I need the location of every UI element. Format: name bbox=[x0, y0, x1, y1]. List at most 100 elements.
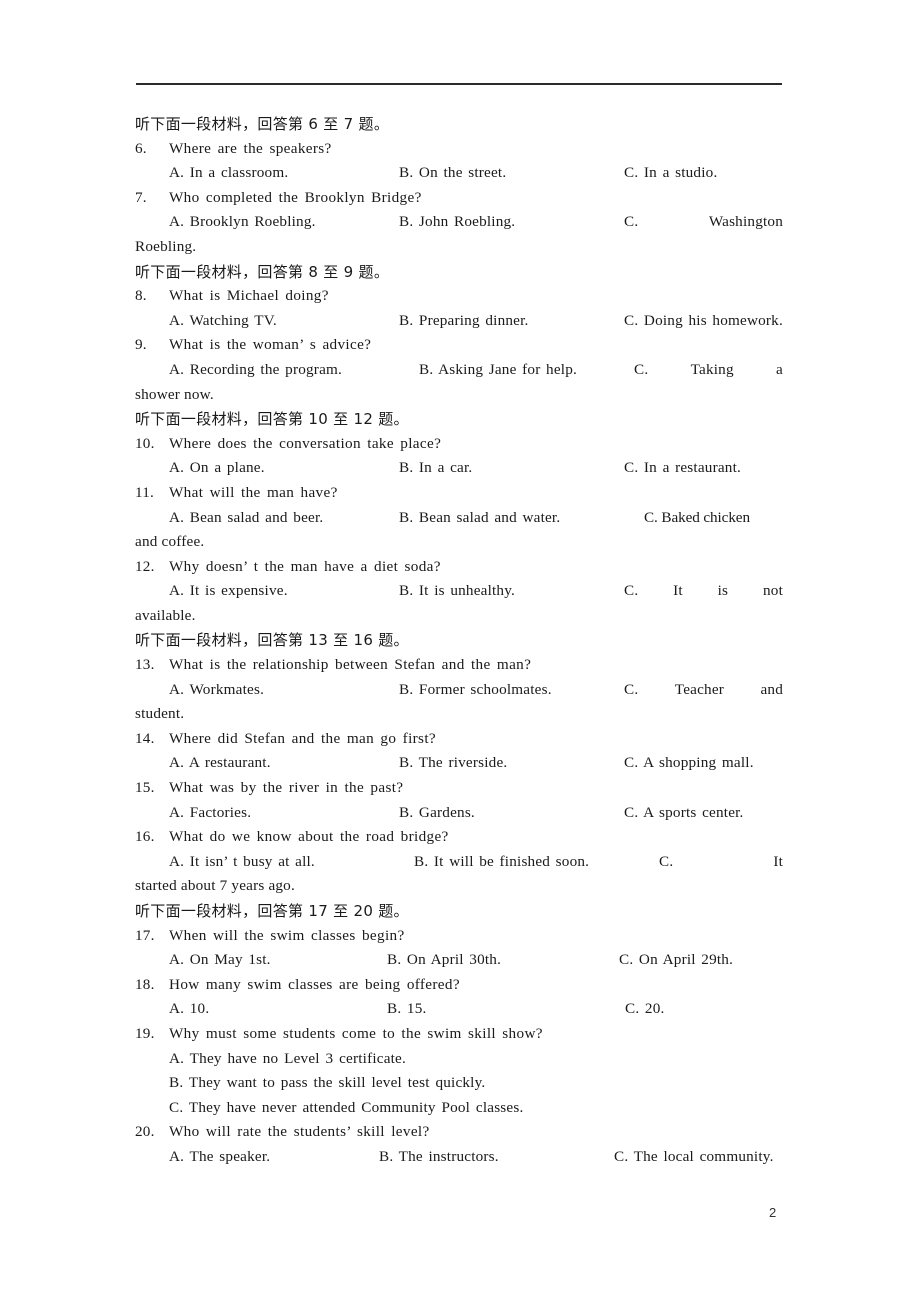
option-b[interactable]: B. Gardens. bbox=[399, 801, 624, 826]
option-row: A. Bean salad and beer. B. Bean salad an… bbox=[135, 506, 783, 531]
option-a[interactable]: A. It isn’ t busy at all. bbox=[169, 850, 414, 875]
option-c[interactable]: C. It bbox=[659, 850, 783, 875]
option-c[interactable]: C. Doing his homework. bbox=[624, 309, 783, 334]
option-c-text-3: not bbox=[762, 582, 783, 600]
option-a[interactable]: A. They have no Level 3 certificate. bbox=[135, 1047, 783, 1072]
question-text: Who will rate the students’ skill level? bbox=[169, 1123, 430, 1141]
option-a[interactable]: A. The speaker. bbox=[169, 1145, 379, 1170]
section-heading: 听下面一段材料，回答第 17 至 20 题。 bbox=[135, 902, 409, 920]
option-row: A. On a plane. B. In a car. C. In a rest… bbox=[135, 456, 783, 481]
option-row: A. 10. B. 15. C. 20. bbox=[135, 997, 783, 1022]
option-a[interactable]: A. In a classroom. bbox=[169, 161, 399, 186]
question-text: How many swim classes are being offered? bbox=[169, 975, 460, 993]
option-c[interactable]: C. A sports center. bbox=[624, 801, 744, 826]
option-c-text: Taking bbox=[690, 360, 734, 378]
option-row: A. Workmates. B. Former schoolmates. C. … bbox=[135, 678, 783, 703]
option-c-label: C. bbox=[624, 680, 639, 698]
option-c[interactable]: C. Baked chicken bbox=[644, 506, 750, 531]
option-row: A. In a classroom. B. On the street. C. … bbox=[135, 161, 783, 186]
option-b[interactable]: B. Asking Jane for help. bbox=[419, 358, 634, 383]
option-b[interactable]: B. They want to pass the skill level tes… bbox=[135, 1071, 783, 1096]
question-stem: 12. Why doesn’ t the man have a diet sod… bbox=[135, 555, 783, 580]
option-b[interactable]: B. The instructors. bbox=[379, 1145, 614, 1170]
question-stem: 6. Where are the speakers? bbox=[135, 137, 783, 162]
option-c-text: Teacher bbox=[674, 680, 725, 698]
page-number: 2 bbox=[769, 1205, 777, 1220]
option-a[interactable]: A. Workmates. bbox=[169, 678, 399, 703]
question-stem: 14. Where did Stefan and the man go firs… bbox=[135, 727, 783, 752]
option-a[interactable]: A. Bean salad and beer. bbox=[169, 506, 399, 531]
option-c[interactable]: C. In a restaurant. bbox=[624, 456, 741, 481]
question-text: Where are the speakers? bbox=[169, 139, 332, 157]
option-c[interactable]: C. On April 29th. bbox=[619, 948, 733, 973]
option-a[interactable]: A. On a plane. bbox=[169, 456, 399, 481]
option-b[interactable]: B. 15. bbox=[387, 997, 625, 1022]
question-number: 13. bbox=[135, 656, 155, 674]
option-row: A. A restaurant. B. The riverside. C. A … bbox=[135, 751, 783, 776]
option-c[interactable]: C. Washington bbox=[624, 210, 783, 235]
option-continuation: available. bbox=[135, 606, 196, 624]
option-c-text-2: a bbox=[776, 360, 783, 378]
option-a[interactable]: A. It is expensive. bbox=[169, 579, 399, 604]
option-a[interactable]: A. 10. bbox=[169, 997, 387, 1022]
option-a[interactable]: A. Watching TV. bbox=[169, 309, 399, 334]
question-number: 18. bbox=[135, 975, 155, 993]
option-a[interactable]: A. A restaurant. bbox=[169, 751, 399, 776]
question-number: 19. bbox=[135, 1024, 155, 1042]
option-a[interactable]: A. Brooklyn Roebling. bbox=[169, 210, 399, 235]
option-c[interactable]: C. The local community. bbox=[614, 1145, 774, 1170]
question-number: 16. bbox=[135, 828, 155, 846]
option-a[interactable]: A. Factories. bbox=[169, 801, 399, 826]
question-text: What will the man have? bbox=[169, 483, 338, 501]
option-b[interactable]: B. Preparing dinner. bbox=[399, 309, 624, 334]
option-row: A. Brooklyn Roebling. B. John Roebling. … bbox=[135, 210, 783, 235]
option-c[interactable]: C. 20. bbox=[625, 997, 665, 1022]
option-b[interactable]: B. Former schoolmates. bbox=[399, 678, 624, 703]
option-b[interactable]: B. In a car. bbox=[399, 456, 624, 481]
section-heading: 听下面一段材料，回答第 13 至 16 题。 bbox=[135, 631, 409, 650]
option-continuation: and coffee. bbox=[135, 533, 205, 551]
question-text: Where did Stefan and the man go first? bbox=[169, 729, 436, 747]
option-c[interactable]: C. In a studio. bbox=[624, 161, 717, 186]
option-b[interactable]: B. On April 30th. bbox=[387, 948, 619, 973]
question-number: 7. bbox=[135, 188, 147, 206]
option-continuation: shower now. bbox=[135, 385, 214, 403]
option-b[interactable]: B. It will be finished soon. bbox=[414, 850, 659, 875]
option-continuation: Roebling. bbox=[135, 237, 197, 255]
question-stem: 13. What is the relationship between Ste… bbox=[135, 653, 783, 678]
question-number: 6. bbox=[135, 139, 147, 157]
question-text: What do we know about the road bridge? bbox=[169, 828, 449, 846]
question-number: 9. bbox=[135, 336, 147, 354]
section-heading: 听下面一段材料，回答第 8 至 9 题。 bbox=[135, 262, 390, 281]
question-text: When will the swim classes begin? bbox=[169, 926, 405, 944]
option-b[interactable]: B. It is unhealthy. bbox=[399, 579, 624, 604]
option-c[interactable]: C. It is not bbox=[624, 579, 783, 604]
option-b[interactable]: B. John Roebling. bbox=[399, 210, 624, 235]
question-stem: 15. What was by the river in the past? bbox=[135, 776, 783, 801]
option-c[interactable]: C. They have never attended Community Po… bbox=[135, 1096, 783, 1121]
question-text: What is the woman’ s advice? bbox=[169, 336, 372, 354]
question-text: Where does the conversation take place? bbox=[169, 434, 442, 452]
option-continuation: student. bbox=[135, 705, 185, 723]
question-stem: 19. Why must some students come to the s… bbox=[135, 1022, 783, 1047]
option-row: A. The speaker. B. The instructors. C. T… bbox=[135, 1145, 783, 1170]
option-c[interactable]: C. Teacher and bbox=[624, 678, 783, 703]
question-stem: 20. Who will rate the students’ skill le… bbox=[135, 1120, 783, 1145]
option-b[interactable]: B. Bean salad and water. bbox=[399, 506, 644, 531]
question-number: 15. bbox=[135, 779, 155, 797]
option-c[interactable]: C. A shopping mall. bbox=[624, 751, 754, 776]
option-b[interactable]: B. The riverside. bbox=[399, 751, 624, 776]
option-c[interactable]: C. Taking a bbox=[634, 358, 783, 383]
option-a[interactable]: A. Recording the program. bbox=[169, 358, 419, 383]
question-stem: 8. What is Michael doing? bbox=[135, 284, 783, 309]
question-number: 10. bbox=[135, 434, 155, 452]
option-b[interactable]: B. On the street. bbox=[399, 161, 624, 186]
option-a[interactable]: A. On May 1st. bbox=[169, 948, 387, 973]
question-stem: 11. What will the man have? bbox=[135, 481, 783, 506]
question-text: What is the relationship between Stefan … bbox=[169, 656, 532, 674]
option-row: A. It isn’ t busy at all. B. It will be … bbox=[135, 850, 783, 875]
question-number: 14. bbox=[135, 729, 155, 747]
option-c-text: It bbox=[773, 852, 783, 870]
question-stem: 17. When will the swim classes begin? bbox=[135, 924, 783, 949]
option-c-text-2: is bbox=[717, 582, 729, 600]
